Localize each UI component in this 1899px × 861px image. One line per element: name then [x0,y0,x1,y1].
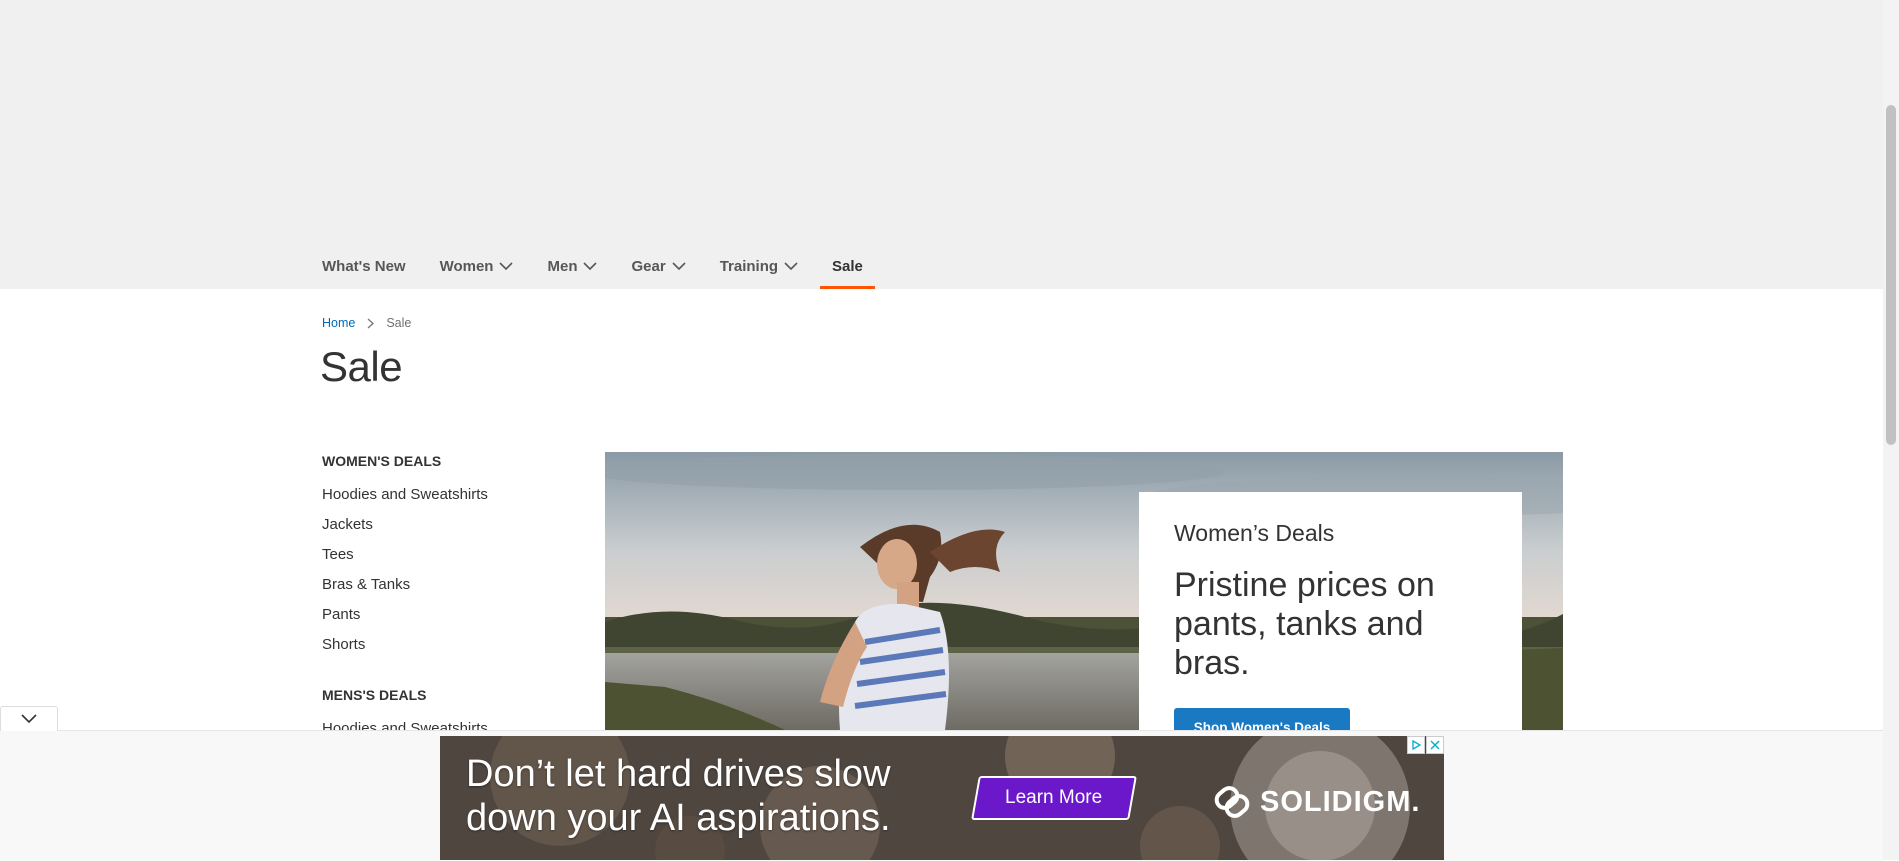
chevron-down-icon [583,261,598,271]
nav-item-whats-new[interactable]: What's New [322,243,406,289]
ad-cta-label: Learn More [1005,787,1103,808]
ad-headline-line2: down your AI aspirations. [466,797,891,839]
nav-item-sale[interactable]: Sale [820,243,875,289]
sidebar: WOMEN'S DEALS Hoodies and Sweatshirts Ja… [322,452,562,744]
scrollbar-thumb[interactable] [1886,105,1896,445]
solidigm-logo: SOLIDIGM. [1210,780,1420,824]
sidebar-link-womens-tees[interactable]: Tees [322,540,562,570]
sidebar-link-womens-shorts[interactable]: Shorts [322,630,562,660]
header-area [0,0,1883,289]
breadcrumb-current: Sale [386,316,412,330]
ad-close-icon[interactable] [1426,736,1444,754]
nav-item-label: Women [439,257,494,275]
nav-item-gear[interactable]: Gear [631,243,686,289]
sidebar-link-womens-jackets[interactable]: Jackets [322,510,562,540]
sidebar-link-womens-hoodies[interactable]: Hoodies and Sweatshirts [322,480,562,510]
mens-deals-heading: MENS'S DEALS [322,687,427,703]
ad-collapse-button[interactable] [0,706,58,731]
womens-deals-heading: WOMEN'S DEALS [322,453,442,469]
ad-banner[interactable]: Don’t let hard drives slow down your AI … [440,736,1444,860]
nav-item-label: Gear [631,257,666,275]
ad-brand-text: SOLIDIGM. [1260,785,1421,818]
chevron-down-icon [784,261,798,271]
promo-text: Pristine prices on pants, tanks and bras… [1174,566,1435,682]
nav-item-label: Men [547,257,578,275]
ad-controls [1406,736,1444,754]
ad-headline: Don’t let hard drives slow down your AI … [466,752,891,840]
chevron-down-icon [499,261,514,271]
chevron-down-icon [672,261,686,271]
chevron-right-icon [367,318,375,329]
main-navigation: What's New Women Men Gear Training Sale [322,243,909,289]
promo-box: Women’s Deals Pristine prices on pants, … [1139,492,1522,752]
page-scrollbar[interactable] [1883,0,1899,860]
promo-label: Women’s Deals [1174,520,1335,546]
nav-item-training[interactable]: Training [720,243,798,289]
sidebar-link-womens-bras-tanks[interactable]: Bras & Tanks [322,570,562,600]
nav-item-label: What's New [322,257,406,275]
nav-item-label: Sale [832,257,863,275]
ad-learn-more-button[interactable]: Learn More [971,776,1137,820]
adchoices-icon[interactable] [1407,736,1425,754]
breadcrumb: Home Sale [322,316,411,330]
page-title: Sale [320,343,403,390]
breadcrumb-home-link[interactable]: Home [322,316,355,330]
ad-headline-line1: Don’t let hard drives slow [466,753,891,795]
solidigm-mark-icon [1210,780,1254,824]
chevron-down-icon [21,714,37,724]
nav-item-men[interactable]: Men [547,243,598,289]
sidebar-link-womens-pants[interactable]: Pants [322,600,562,630]
nav-item-women[interactable]: Women [440,243,514,289]
nav-item-label: Training [719,257,779,275]
